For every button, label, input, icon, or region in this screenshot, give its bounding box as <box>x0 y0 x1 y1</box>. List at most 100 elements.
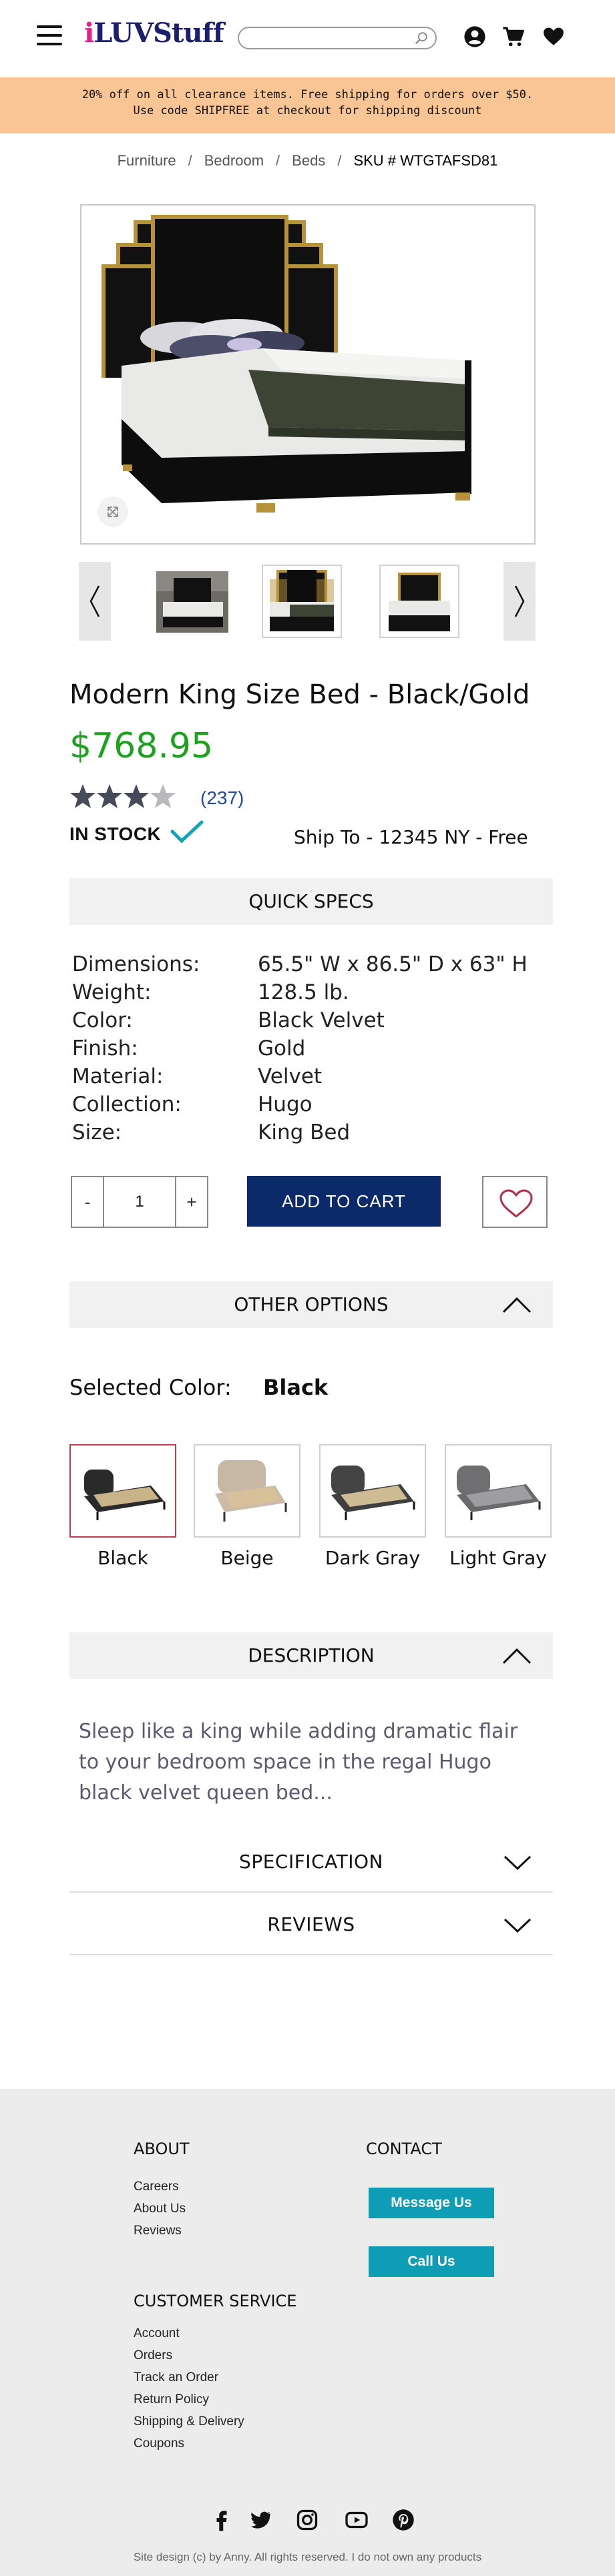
ship-to[interactable]: Ship To - 12345 NY - Free <box>294 826 528 848</box>
cart-icon[interactable] <box>502 25 525 48</box>
spec-row: Size: King Bed <box>72 1118 528 1147</box>
spec-row: Dimensions: 65.5" W x 86.5" D x 63" H <box>72 950 528 978</box>
color-swatch-beige[interactable] <box>194 1444 300 1538</box>
description-header[interactable]: DESCRIPTION <box>69 1632 553 1679</box>
color-label: Light Gray <box>449 1547 547 1569</box>
specification-label: SPECIFICATION <box>239 1851 383 1873</box>
breadcrumb-bedroom[interactable]: Bedroom <box>204 152 264 169</box>
footer-link-return-policy[interactable]: Return Policy <box>134 2388 244 2410</box>
spec-value: 128.5 lb. <box>258 980 349 1004</box>
search-box <box>238 27 437 49</box>
description-label: DESCRIPTION <box>248 1644 375 1666</box>
spec-key: Size: <box>72 1120 122 1145</box>
quick-specs-list: Dimensions: 65.5" W x 86.5" D x 63" H Wei… <box>72 950 528 1147</box>
star-icon <box>97 784 122 808</box>
breadcrumb-furniture[interactable]: Furniture <box>118 152 176 169</box>
other-options-header[interactable]: OTHER OPTIONS <box>69 1281 553 1328</box>
promo-line-1: 20% off on all clearance items. Free shi… <box>81 88 534 101</box>
qty-input[interactable]: 1 <box>103 1177 176 1227</box>
spec-value: Velvet <box>258 1064 323 1088</box>
color-label: Black <box>97 1547 148 1569</box>
spec-key: Collection: <box>72 1092 182 1116</box>
spec-key: Color: <box>72 1008 133 1032</box>
spec-value: Black Velvet <box>258 1008 385 1032</box>
rating-stars <box>70 784 176 808</box>
site-header: iLUVStuff <box>0 0 615 77</box>
product-main-image[interactable] <box>80 204 536 545</box>
thumbnail-3[interactable] <box>379 565 459 638</box>
message-us-button[interactable]: Message Us <box>369 2188 494 2218</box>
star-icon <box>70 784 95 808</box>
qty-increase-button[interactable]: + <box>176 1177 207 1227</box>
customer-service-heading: CUSTOMER SERVICE <box>134 2292 297 2310</box>
facebook-icon[interactable] <box>210 2508 234 2532</box>
thumbnail-1[interactable] <box>152 565 232 638</box>
heart-icon[interactable] <box>542 25 565 48</box>
chevron-down-icon <box>503 1855 532 1871</box>
spec-value: Hugo <box>258 1092 313 1116</box>
spec-row: Weight: 128.5 lb. <box>72 978 528 1006</box>
youtube-icon[interactable] <box>345 2508 369 2532</box>
footer-link-orders[interactable]: Orders <box>134 2344 244 2366</box>
footer-link-careers[interactable]: Careers <box>134 2176 186 2198</box>
search-input[interactable] <box>248 28 409 48</box>
footer-link-coupons[interactable]: Coupons <box>134 2433 244 2455</box>
star-icon <box>150 784 176 808</box>
quantity-stepper: - 1 + <box>71 1176 208 1228</box>
color-label: Beige <box>220 1547 274 1569</box>
bed-image <box>101 215 471 513</box>
user-icon[interactable] <box>463 25 486 48</box>
site-logo[interactable]: iLUVStuff <box>84 17 224 49</box>
spec-key: Dimensions: <box>72 952 200 976</box>
qty-decrease-button[interactable]: - <box>72 1177 103 1227</box>
about-links: Careers About Us Reviews <box>134 2176 186 2242</box>
star-icon <box>124 784 149 808</box>
thumb-next-button[interactable] <box>503 562 536 641</box>
color-swatch-light-gray[interactable] <box>445 1444 552 1538</box>
spec-row: Finish: Gold <box>72 1034 528 1062</box>
chevron-down-icon <box>503 1918 532 1933</box>
footer-link-track-order[interactable]: Track an Order <box>134 2366 244 2388</box>
pinterest-icon[interactable] <box>391 2508 415 2532</box>
product-sku: SKU # WTGTAFSD81 <box>353 152 498 169</box>
instagram-icon[interactable] <box>295 2508 319 2532</box>
promo-line-2: Use code SHIPFREE at checkout for shippi… <box>133 104 482 117</box>
footer-link-reviews[interactable]: Reviews <box>134 2220 186 2242</box>
selected-color-value: Black <box>263 1375 329 1400</box>
footer-link-about-us[interactable]: About Us <box>134 2198 186 2220</box>
promo-banner: 20% off on all clearance items. Free shi… <box>0 77 615 133</box>
spec-row: Material: Velvet <box>72 1062 528 1090</box>
product-price: $768.95 <box>69 726 214 766</box>
spec-row: Collection: Hugo <box>72 1090 528 1118</box>
customer-service-links: Account Orders Track an Order Return Pol… <box>134 2322 244 2455</box>
spec-row: Color: Black Velvet <box>72 1006 528 1034</box>
quick-specs-header: QUICK SPECS <box>69 878 553 925</box>
stock-status: IN STOCK <box>69 824 162 844</box>
logo-text: LUVStuff <box>93 17 224 49</box>
thumb-prev-button[interactable] <box>79 562 111 641</box>
spec-value: 65.5" W x 86.5" D x 63" H <box>258 952 528 976</box>
call-us-button[interactable]: Call Us <box>369 2246 494 2277</box>
menu-icon[interactable] <box>37 25 62 45</box>
about-heading: ABOUT <box>134 2140 190 2158</box>
search-icon[interactable] <box>414 31 429 45</box>
expand-icon[interactable] <box>97 497 128 527</box>
breadcrumb-beds[interactable]: Beds <box>292 152 325 169</box>
reviews-accordion[interactable]: REVIEWS <box>69 1894 553 1955</box>
contact-heading: CONTACT <box>366 2140 442 2158</box>
color-swatch-black[interactable] <box>69 1444 176 1538</box>
footer-link-account[interactable]: Account <box>134 2322 244 2344</box>
chevron-up-icon <box>502 1297 532 1313</box>
color-swatch-dark-gray[interactable] <box>319 1444 426 1538</box>
breadcrumb-separator: / <box>188 152 192 169</box>
footer-link-shipping[interactable]: Shipping & Delivery <box>134 2410 244 2433</box>
twitter-icon[interactable] <box>248 2508 272 2532</box>
selected-color-label: Selected Color: <box>69 1375 232 1400</box>
thumbnail-2[interactable] <box>262 565 342 638</box>
footer-credit: Site design (c) by Anny. All rights rese… <box>133 2551 482 2563</box>
review-count-link[interactable]: (237) <box>200 787 244 809</box>
wishlist-button[interactable] <box>482 1176 548 1228</box>
specification-accordion[interactable]: SPECIFICATION <box>69 1831 553 1893</box>
breadcrumb: Furniture / Bedroom / Beds / SKU # WTGTAFSD81 <box>0 152 615 170</box>
add-to-cart-button[interactable]: ADD TO CART <box>247 1176 441 1227</box>
